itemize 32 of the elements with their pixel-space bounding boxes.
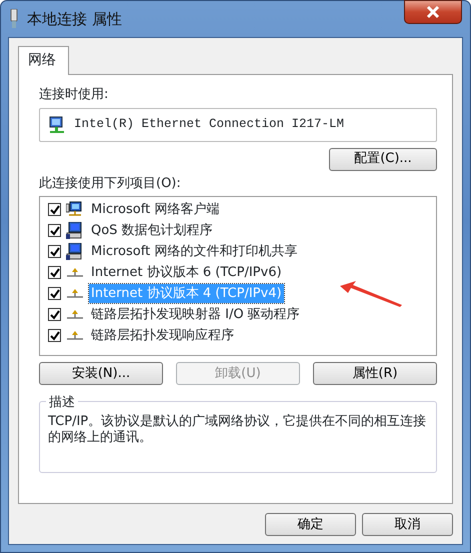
close-button[interactable]	[404, 0, 462, 24]
list-item[interactable]: 链路层拓扑发现响应程序	[89, 326, 236, 346]
configure-button[interactable]: 配置(C)...	[329, 148, 437, 170]
checkbox[interactable]	[48, 329, 61, 342]
checkbox[interactable]	[48, 287, 61, 300]
computer-icon	[66, 222, 84, 240]
tab[interactable]: 网络	[18, 46, 69, 75]
item-button[interactable]: 安装(N)...	[39, 362, 163, 385]
annotation-arrow	[340, 281, 402, 307]
computer-icon	[66, 200, 84, 218]
checkbox[interactable]	[48, 224, 61, 237]
checkbox[interactable]	[48, 245, 61, 258]
description-text: TCP/IP。该协议是默认的广域网络协议，它提供在不同的相互连接的网络上的通讯。	[48, 414, 428, 446]
list-item[interactable]: Microsoft 网络客户端	[89, 200, 222, 220]
item-button[interactable]: 属性(R)	[313, 362, 437, 385]
checkbox[interactable]	[48, 203, 61, 216]
items-label: 此连接使用下列项目(O):	[39, 174, 182, 192]
computer-icon	[66, 242, 84, 260]
adapter-name: Intel(R) Ethernet Connection I217-LM	[74, 116, 344, 134]
close-icon	[425, 5, 441, 19]
dialog-button[interactable]: 取消	[362, 513, 453, 536]
list-item[interactable]: QoS 数据包计划程序	[89, 220, 215, 240]
checkbox[interactable]	[48, 308, 61, 321]
network-cable-icon	[9, 9, 19, 29]
list-item[interactable]: 链路层拓扑发现映射器 I/O 驱动程序	[89, 304, 302, 324]
list-item[interactable]: Microsoft 网络的文件和打印机共享	[89, 242, 300, 262]
dialog-button[interactable]: 确定	[265, 513, 356, 536]
network-adapter-icon	[48, 116, 66, 134]
connect-using-label: 连接时使用:	[39, 86, 110, 104]
window-title: 本地连接 属性	[27, 8, 122, 30]
list-item[interactable]: Internet 协议版本 6 (TCP/IPv6)	[89, 262, 284, 282]
checkbox[interactable]	[48, 266, 61, 279]
